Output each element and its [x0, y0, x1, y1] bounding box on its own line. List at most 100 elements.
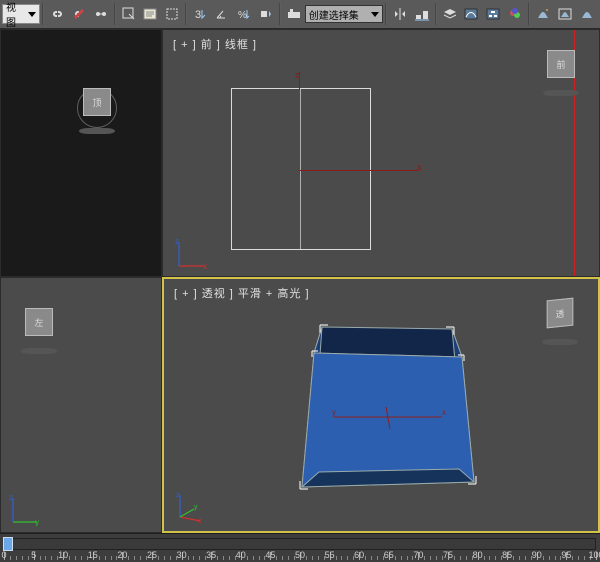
curve-editor-icon[interactable] [461, 4, 481, 24]
timeline-tick-label: 35 [206, 550, 216, 560]
viewport-area: 顶 [ + ] 前 ] 线框 ] 前 [0, 29, 600, 533]
timeline-tick [51, 556, 52, 560]
timeline-tick [336, 556, 337, 560]
app-root: 视图 3 % 创建选择集 [0, 0, 600, 562]
viewcube[interactable]: 左 [19, 308, 59, 348]
axis-gizmo: x z y [174, 489, 208, 523]
viewcube-face: 前 [547, 50, 575, 78]
view-dropdown-label: 视图 [6, 0, 26, 29]
svg-text:y: y [332, 408, 336, 417]
timeline-tick-label: 65 [384, 550, 394, 560]
layers-icon[interactable] [440, 4, 460, 24]
timeline-tick [341, 556, 342, 560]
timeline-tick-label: 50 [295, 550, 305, 560]
toolbar-separator [435, 3, 437, 25]
svg-text:z: z [9, 493, 13, 502]
timeline-tick-label: 20 [117, 550, 127, 560]
viewcube[interactable]: 透 [540, 299, 580, 339]
bind-icon[interactable] [91, 4, 111, 24]
timeline-tick [28, 556, 29, 560]
timeline-tick [105, 556, 106, 560]
timeline-tick [193, 556, 194, 560]
timeline[interactable]: 0510152025303540455055606570758085909510… [0, 533, 600, 562]
toolbar-separator [42, 3, 44, 25]
timeline-tick [45, 556, 46, 560]
timeline-tick [69, 556, 70, 560]
viewcube[interactable]: 顶 [77, 88, 117, 128]
toolbar-separator [385, 3, 387, 25]
render-setup-icon[interactable] [533, 4, 553, 24]
schematic-icon[interactable] [483, 4, 503, 24]
timeline-tick-label: 95 [561, 550, 571, 560]
viewport-label: [ + ] 透视 ] 平滑 + 高光 ] [174, 285, 310, 301]
svg-text:x: x [203, 262, 207, 270]
svg-text:y: y [35, 518, 39, 526]
timeline-tick-label: 10 [58, 550, 68, 560]
timeline-tick [75, 556, 76, 560]
timeline-tick [371, 556, 372, 560]
timeline-tick-label: 85 [502, 550, 512, 560]
timeline-tick [22, 556, 23, 560]
timeline-tick [40, 556, 41, 560]
timeline-tick [377, 556, 378, 560]
link-icon[interactable] [47, 4, 67, 24]
viewport-left[interactable]: 左 y z [0, 277, 162, 533]
timeline-tick-label: 100 [588, 550, 600, 560]
svg-text:y: y [194, 504, 198, 511]
timeline-tick [495, 556, 496, 560]
percent-snap-icon[interactable]: % [234, 4, 254, 24]
axis-x-label: x [417, 162, 422, 172]
rect-select-icon[interactable] [162, 4, 182, 24]
timeline-tick [365, 556, 366, 560]
select-icon[interactable] [119, 4, 139, 24]
selection-set-label: 创建选择集 [309, 7, 359, 22]
align-icon[interactable] [412, 4, 432, 24]
timeline-tick [10, 556, 11, 560]
viewcube-face: 左 [25, 308, 53, 336]
svg-text:3: 3 [195, 9, 201, 21]
viewcube[interactable]: 前 [541, 50, 581, 90]
timeline-tick [306, 556, 307, 560]
material-editor-icon[interactable] [505, 4, 525, 24]
timeline-tick [134, 556, 135, 560]
view-dropdown[interactable]: 视图 [2, 4, 40, 24]
timeline-tick [282, 556, 283, 560]
svg-text:x: x [198, 518, 202, 523]
render-icon[interactable] [577, 4, 597, 24]
timeline-tick [555, 556, 556, 560]
render-frame-icon[interactable] [555, 4, 575, 24]
timeline-tick [584, 556, 585, 560]
name-select-icon[interactable] [140, 4, 160, 24]
timeline-tick [99, 556, 100, 560]
timeline-tick [199, 556, 200, 560]
timeline-tick-label: 15 [88, 550, 98, 560]
timeline-tick [407, 556, 408, 560]
timeline-tick-label: 75 [443, 550, 453, 560]
timeline-tick-label: 60 [354, 550, 364, 560]
viewport-perspective[interactable]: [ + ] 透视 ] 平滑 + 高光 ] 透 [162, 277, 600, 533]
angle-snap-icon[interactable] [212, 4, 232, 24]
edit-named-sel-icon[interactable] [284, 4, 304, 24]
perspective-box: y x [274, 307, 494, 527]
wireframe-box [231, 88, 371, 250]
spinner-snap-icon[interactable] [256, 4, 276, 24]
viewport-front[interactable]: [ + ] 前 ] 线框 ] 前 x z [162, 29, 600, 277]
snap-3-icon[interactable]: 3 [190, 4, 210, 24]
axis-z-label: z [295, 70, 300, 80]
timeline-tick [489, 556, 490, 560]
timeline-tick [253, 556, 254, 560]
selection-set-field[interactable]: 创建选择集 [305, 5, 383, 23]
timeline-tick [513, 556, 514, 560]
timeline-tick [16, 556, 17, 560]
mirror-icon[interactable] [390, 4, 410, 24]
timeline-tick [572, 556, 573, 560]
timeline-tick-label: 45 [265, 550, 275, 560]
timeline-tick [347, 556, 348, 560]
axis-gizmo: x z [175, 236, 209, 270]
timeline-tick [259, 556, 260, 560]
scene-x-axis [299, 170, 419, 171]
viewport-top-left[interactable]: 顶 [0, 29, 162, 277]
timeline-tick [578, 556, 579, 560]
unlink-icon[interactable] [69, 4, 89, 24]
timeline-tick [519, 556, 520, 560]
